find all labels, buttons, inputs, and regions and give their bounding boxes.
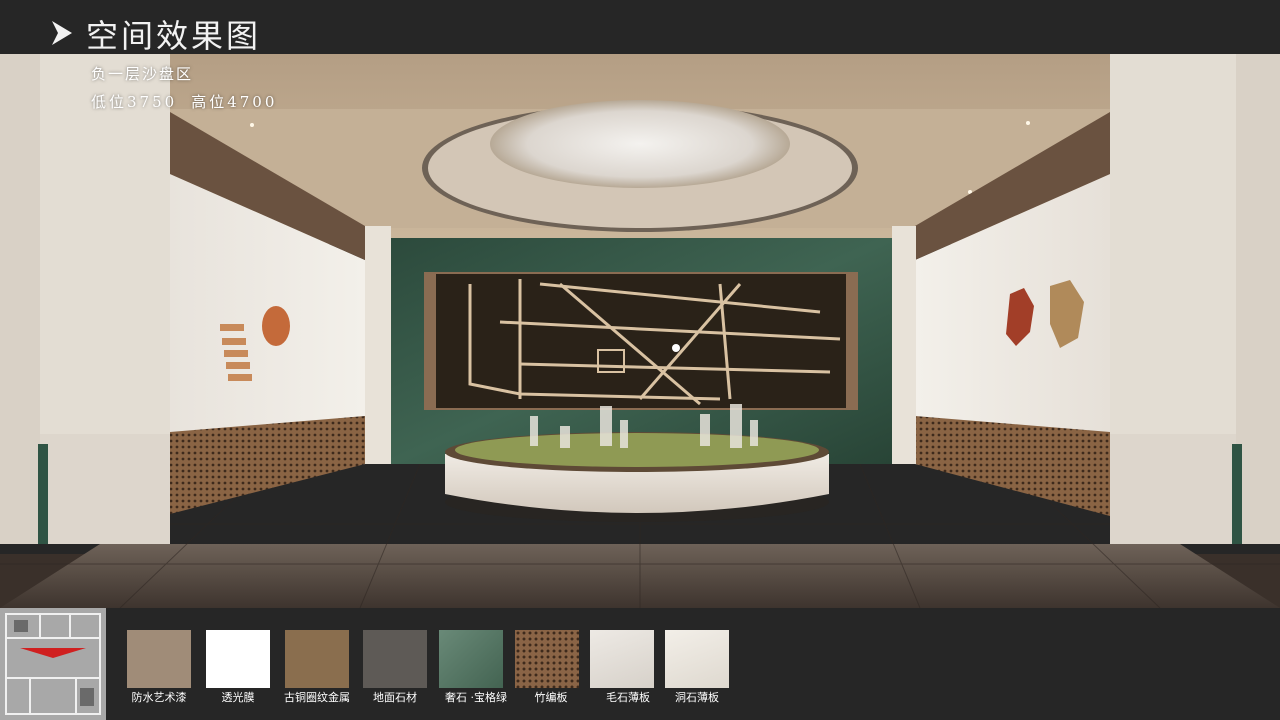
floor-plan-thumbnail (0, 608, 106, 720)
swatch-light-transmitting-film (206, 630, 270, 688)
rendering-image (0, 54, 1280, 608)
arrow-bullet-icon (52, 21, 72, 45)
swatch-label: 竹编板 (534, 691, 568, 704)
swatch-label: 古铜圈纹金属 (284, 691, 350, 704)
swatch-travertine (665, 630, 729, 688)
sand-table-hall-rendering (0, 54, 1280, 608)
swatch-rubble-stone (590, 630, 654, 688)
swatch-label: 地面石材 (373, 691, 417, 704)
swatch-label: 洞石薄板 (675, 691, 719, 704)
swatch-label: 毛石薄板 (606, 691, 650, 704)
ceiling-levels: 低位3750 高位4700 (91, 92, 277, 112)
swatch-label: 奢石 ·宝格绿 (445, 691, 507, 704)
swatch-floor-stone (363, 630, 427, 688)
swatch-waterproof-art-paint (127, 630, 191, 688)
swatch-label: 防水艺术漆 (131, 691, 187, 704)
page-header: 空间效果图 (0, 0, 1280, 55)
high-level: 高位4700 (191, 93, 278, 111)
page-title: 空间效果图 (86, 17, 262, 55)
bamboo-lattice-panel-left (170, 416, 365, 514)
swatch-bronze-metal (285, 630, 349, 688)
skylight (490, 100, 790, 188)
area-name: 负一层沙盘区 (91, 65, 194, 83)
swatch-label: 透光膜 (221, 691, 255, 704)
swatch-green-marble (439, 630, 503, 688)
swatch-bamboo-panel (515, 630, 579, 688)
low-level: 低位3750 (91, 93, 178, 111)
material-legend: 防水艺术漆 透光膜 古铜圈纹金属 地面石材 奢石 ·宝格绿 竹编板 毛石薄板 洞… (0, 608, 1280, 720)
bamboo-lattice-panel-right (915, 416, 1110, 516)
